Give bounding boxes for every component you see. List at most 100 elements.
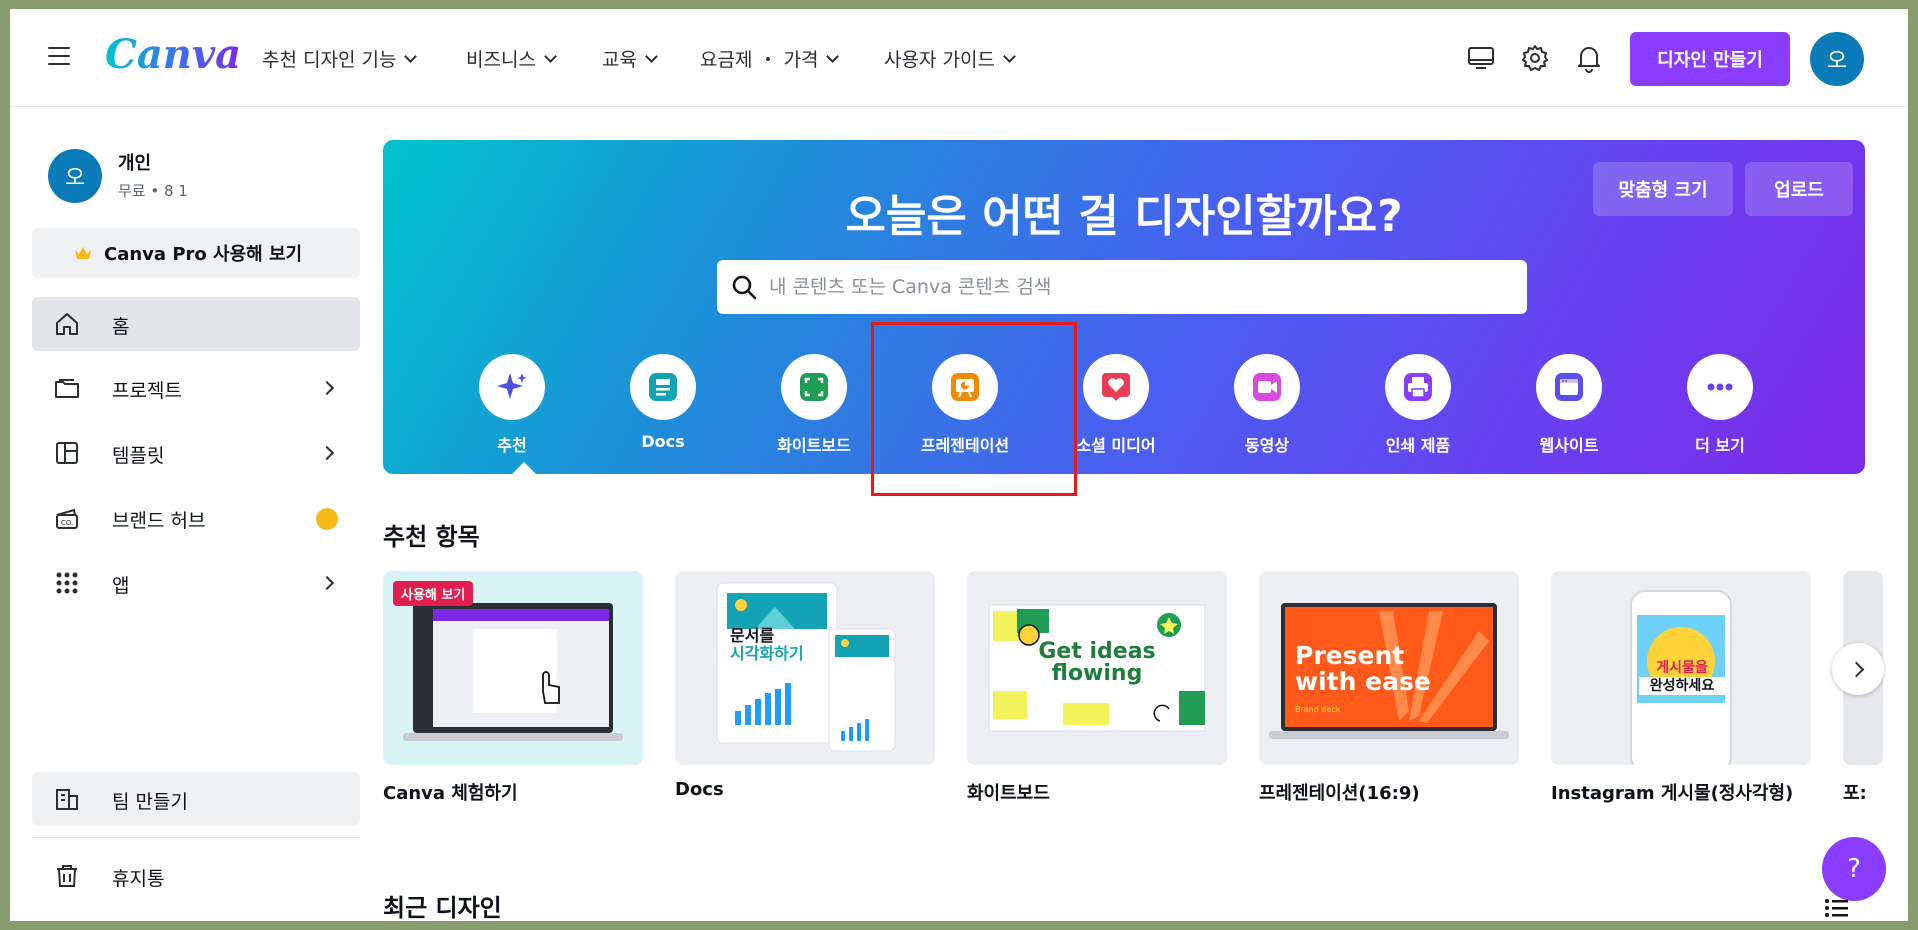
instagram-thumb-line-2: 완성하세요	[1639, 677, 1725, 695]
profile-name[interactable]: 개인	[118, 149, 151, 175]
sidebar-item-apps[interactable]: 앱	[32, 556, 360, 610]
template-icon	[56, 442, 78, 464]
docs-thumb-line-2: 시각화하기	[730, 644, 804, 663]
search-input[interactable]	[769, 260, 1509, 314]
presentation-thumb-line-1: Present	[1295, 641, 1405, 670]
docs-thumb-line-1: 문서를	[730, 626, 775, 645]
sidebar-item-label: 템플릿	[112, 445, 165, 467]
nav-pricing[interactable]: 요금제 ・ 가격	[700, 45, 840, 72]
help-button[interactable]: ?	[1822, 837, 1886, 901]
nav-business[interactable]: 비즈니스	[466, 45, 557, 72]
nav-featured[interactable]: 추천 디자인 기능	[262, 45, 418, 72]
category-video[interactable]: 동영상	[1192, 354, 1342, 456]
try-badge: 사용해 보기	[393, 581, 474, 606]
nav-guide-label: 사용자 가이드	[884, 49, 995, 71]
highlight-box	[871, 322, 1077, 496]
website-icon	[1536, 354, 1602, 420]
card-thumbnail: 문서를 시각화하기	[675, 571, 935, 765]
instagram-thumb-line-1: 게시물을	[1656, 660, 1708, 676]
chevron-down-icon	[645, 49, 658, 63]
pro-crown-badge	[316, 508, 338, 530]
sidebar-item-home[interactable]: 홈	[32, 297, 360, 351]
try-canva-pro-button[interactable]: Canva Pro 사용해 보기	[32, 228, 360, 278]
carousel-next-button[interactable]	[1832, 643, 1884, 695]
card-thumbnail: 사용해 보기	[383, 571, 643, 765]
search-bar[interactable]	[717, 260, 1527, 314]
menu-icon[interactable]	[48, 47, 70, 65]
category-whiteboard[interactable]: 화이트보드	[739, 354, 889, 456]
nav-guide[interactable]: 사용자 가이드	[884, 45, 1016, 72]
top-navigation: Canva 추천 디자인 기능 비즈니스 교육 요금제 ・ 가격 사용자 가이드…	[10, 9, 1908, 107]
docs-illustration	[716, 582, 896, 752]
category-label: 인쇄 제품	[1385, 436, 1451, 455]
category-more[interactable]: 더 보기	[1645, 354, 1795, 456]
try-pro-label: Canva Pro 사용해 보기	[104, 244, 303, 265]
card-presentation[interactable]: Present with ease Brand deck 프레젠테이션(16:9…	[1259, 571, 1519, 805]
whiteboard-icon	[781, 354, 847, 420]
category-label: 추천	[497, 436, 527, 455]
custom-size-button[interactable]: 맞춤형 크기	[1593, 162, 1733, 216]
chevron-down-icon	[544, 49, 557, 63]
chevron-right-icon	[319, 575, 335, 591]
card-title: Docs	[675, 779, 724, 800]
folder-icon	[55, 379, 79, 398]
card-whiteboard[interactable]: Get ideas flowing 화이트보드	[967, 571, 1227, 805]
sidebar-item-projects[interactable]: 프로젝트	[32, 361, 360, 415]
card-title: Instagram 게시물(정사각형)	[1551, 783, 1794, 804]
chevron-down-icon	[826, 49, 840, 63]
category-docs[interactable]: Docs	[588, 354, 738, 451]
active-category-indicator	[512, 462, 536, 474]
docs-thumb-text: 문서를 시각화하기	[730, 627, 804, 663]
trash-icon	[57, 865, 77, 887]
presentation-thumb-brand: Brand deck	[1295, 705, 1341, 714]
card-instagram-post[interactable]: 게시물을 완성하세요 Instagram 게시물(정사각형)	[1551, 571, 1811, 805]
desktop-icon[interactable]	[1466, 43, 1496, 73]
search-icon	[732, 275, 757, 300]
sparkle-icon	[479, 354, 545, 420]
hero-banner: 오늘은 어떤 걸 디자인할까요? 맞춤형 크기 업로드 추천 Docs	[383, 140, 1865, 474]
sidebar-item-trash[interactable]: 휴지통	[32, 849, 360, 903]
category-label: 더 보기	[1695, 436, 1745, 455]
account-avatar[interactable]: 오	[1810, 32, 1864, 86]
sidebar-item-label: 휴지통	[112, 868, 165, 890]
card-title: Canva 체험하기	[383, 783, 518, 804]
category-featured[interactable]: 추천	[437, 354, 587, 456]
nav-business-label: 비즈니스	[466, 49, 536, 71]
chevron-right-icon	[319, 445, 335, 461]
nav-education-label: 교육	[602, 49, 637, 71]
sidebar-item-templates[interactable]: 템플릿	[32, 426, 360, 480]
bell-icon[interactable]	[1574, 43, 1604, 73]
create-team-button[interactable]: 팀 만들기	[32, 772, 360, 826]
chevron-down-icon	[1003, 49, 1016, 63]
category-print[interactable]: 인쇄 제품	[1343, 354, 1493, 456]
whiteboard-thumb-text: Get ideas flowing	[967, 641, 1227, 685]
card-title: 화이트보드	[967, 783, 1050, 804]
app-window: Canva 추천 디자인 기능 비즈니스 교육 요금제 ・ 가격 사용자 가이드…	[10, 9, 1908, 921]
card-canva-trial[interactable]: 사용해 보기 Canva 체험하기	[383, 571, 643, 805]
canva-logo[interactable]: Canva	[105, 31, 241, 78]
profile-avatar[interactable]: 오	[48, 149, 102, 203]
category-label: Docs	[641, 432, 685, 451]
instagram-thumb-text: 게시물을 완성하세요	[1639, 659, 1725, 695]
team-label: 팀 만들기	[112, 791, 188, 813]
profile-plan: 무료 • 8 1	[118, 182, 188, 200]
nav-education[interactable]: 교육	[602, 45, 658, 72]
sidebar-item-brand-hub[interactable]: CO. 브랜드 허브	[32, 491, 360, 545]
sidebar-item-label: 홈	[112, 316, 130, 338]
docs-icon	[630, 354, 696, 420]
svg-text:CO.: CO.	[61, 519, 73, 527]
building-icon	[56, 789, 78, 810]
brand-kit-icon: CO.	[56, 508, 78, 529]
list-view-icon[interactable]	[1824, 895, 1850, 921]
more-icon	[1687, 354, 1753, 420]
presentation-thumb-text: Present with ease	[1295, 643, 1431, 695]
card-thumbnail: Present with ease Brand deck	[1259, 571, 1519, 765]
sidebar: 오 개인 무료 • 8 1 Canva Pro 사용해 보기 홈 프로젝트 템플…	[10, 107, 370, 921]
card-title: 포:	[1843, 783, 1867, 804]
category-website[interactable]: 웹사이트	[1494, 354, 1644, 456]
upload-button[interactable]: 업로드	[1745, 162, 1853, 216]
card-docs[interactable]: 문서를 시각화하기 Docs	[675, 571, 935, 800]
gear-icon[interactable]	[1520, 43, 1550, 73]
nav-featured-label: 추천 디자인 기능	[262, 49, 397, 71]
create-design-button[interactable]: 디자인 만들기	[1630, 32, 1790, 86]
